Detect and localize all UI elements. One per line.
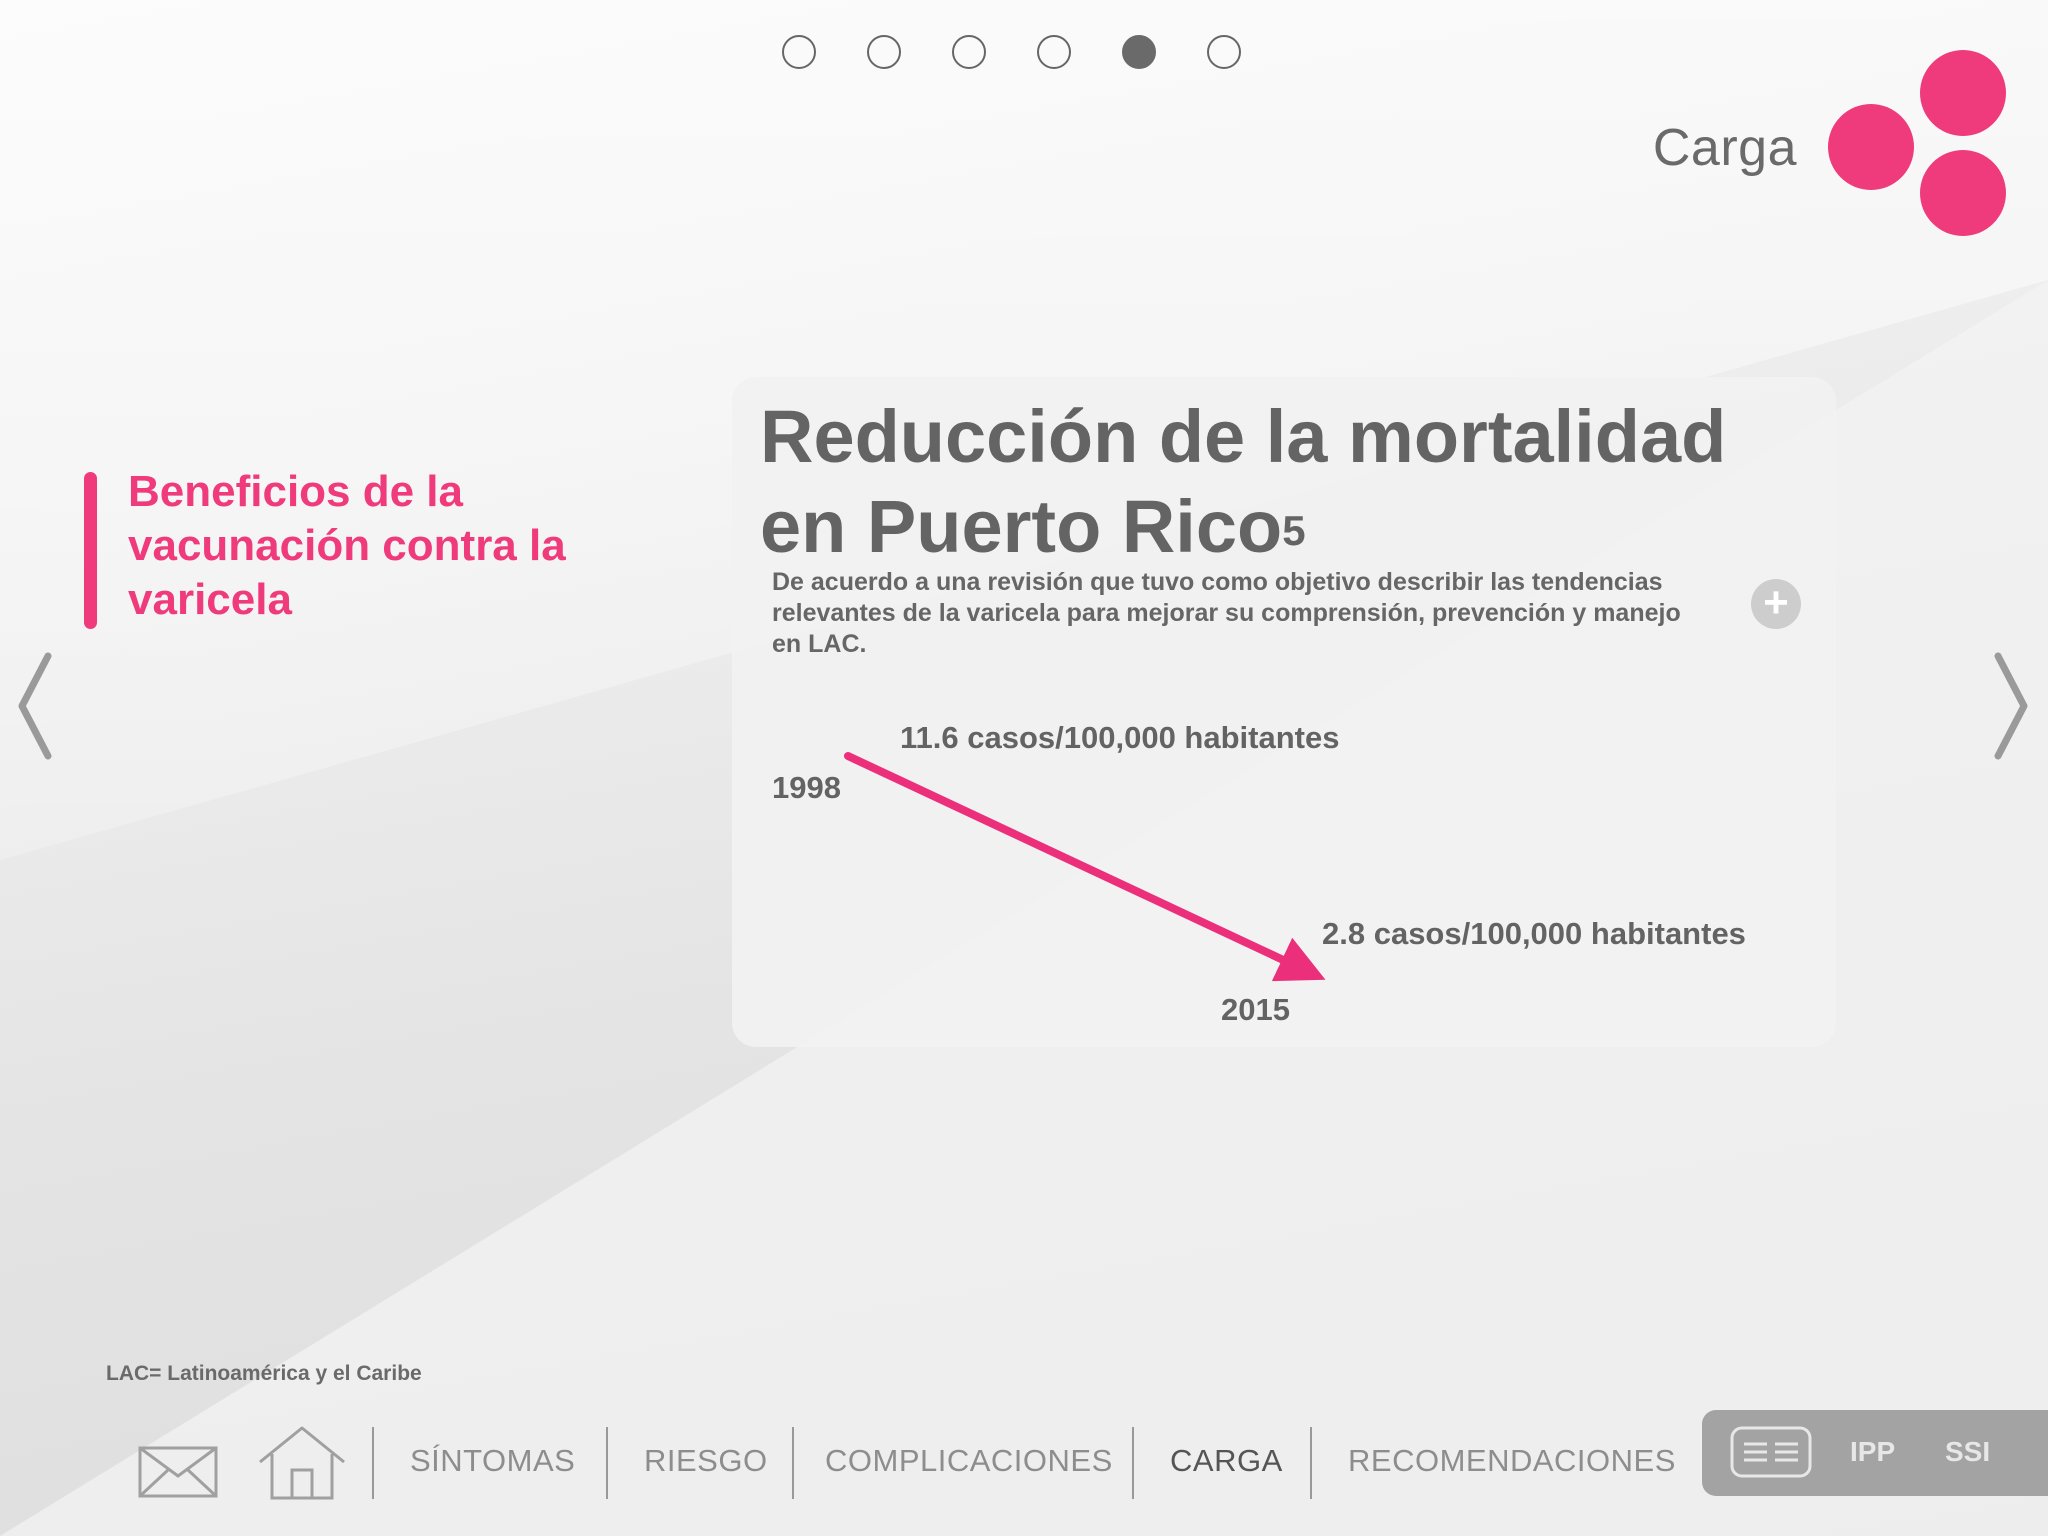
- data-label-1998: 11.6 casos/100,000 habitantes: [900, 720, 1339, 755]
- nav-item-recomendaciones[interactable]: RECOMENDACIONES: [1348, 1443, 1676, 1479]
- page-dot-6[interactable]: [1207, 35, 1241, 69]
- reference-superscript: 5: [1282, 507, 1306, 554]
- nav-separator: [1132, 1427, 1134, 1499]
- previous-arrow-icon[interactable]: [16, 652, 56, 760]
- page-dot-1[interactable]: [782, 35, 816, 69]
- section-title: Carga: [1652, 119, 1797, 177]
- card-title-line1: Reducción de la mortalidad: [760, 395, 1727, 478]
- document-list-icon[interactable]: [1730, 1426, 1812, 1478]
- nav-item-riesgo[interactable]: RIESGO: [644, 1443, 768, 1479]
- sidebar-heading: Beneficios de la vacunación contra la va…: [128, 467, 566, 624]
- nav-separator: [1310, 1427, 1312, 1499]
- page-dot-5[interactable]: [1122, 35, 1156, 69]
- nav-separator: [606, 1427, 608, 1499]
- footnote: LAC= Latinoamérica y el Caribe: [106, 1362, 422, 1385]
- nav-item-complicaciones[interactable]: COMPLICACIONES: [825, 1443, 1113, 1479]
- page-dot-4[interactable]: [1037, 35, 1071, 69]
- nav-separator: [372, 1427, 374, 1499]
- mail-icon[interactable]: [138, 1446, 218, 1498]
- card-description: De acuerdo a una revisión que tuvo como …: [772, 568, 1681, 658]
- heading-accent-bar: [84, 472, 97, 629]
- mortality-chart: 1998 2015 11.6 casos/100,000 habitantes …: [772, 720, 1746, 1027]
- trend-arrow-line: [844, 752, 1326, 982]
- next-arrow-icon[interactable]: [1990, 652, 2030, 760]
- ipp-button[interactable]: IPP: [1850, 1436, 1895, 1468]
- home-icon[interactable]: [256, 1424, 348, 1500]
- ssi-button[interactable]: SSI: [1945, 1436, 1990, 1468]
- data-label-2015: 2.8 casos/100,000 habitantes: [1322, 916, 1746, 951]
- card-title: Reducción de la mortalidad en Puerto Ric…: [760, 392, 1840, 572]
- section-logo-blob-bottom: [1920, 150, 2006, 236]
- nav-item-carga[interactable]: CARGA: [1170, 1443, 1283, 1479]
- more-info-button[interactable]: +: [1751, 579, 1801, 629]
- nav-item-sintomas[interactable]: SÍNTOMAS: [410, 1443, 575, 1479]
- page-dot-2[interactable]: [867, 35, 901, 69]
- x-label-2015: 2015: [1221, 992, 1290, 1027]
- section-logo-blob-top: [1920, 50, 2006, 136]
- section-logo-blob-left: [1828, 104, 1914, 190]
- page-indicator: [782, 35, 1241, 69]
- card-title-line2: en Puerto Rico: [760, 485, 1283, 568]
- page-dot-3[interactable]: [952, 35, 986, 69]
- x-label-1998: 1998: [772, 770, 841, 805]
- nav-separator: [792, 1427, 794, 1499]
